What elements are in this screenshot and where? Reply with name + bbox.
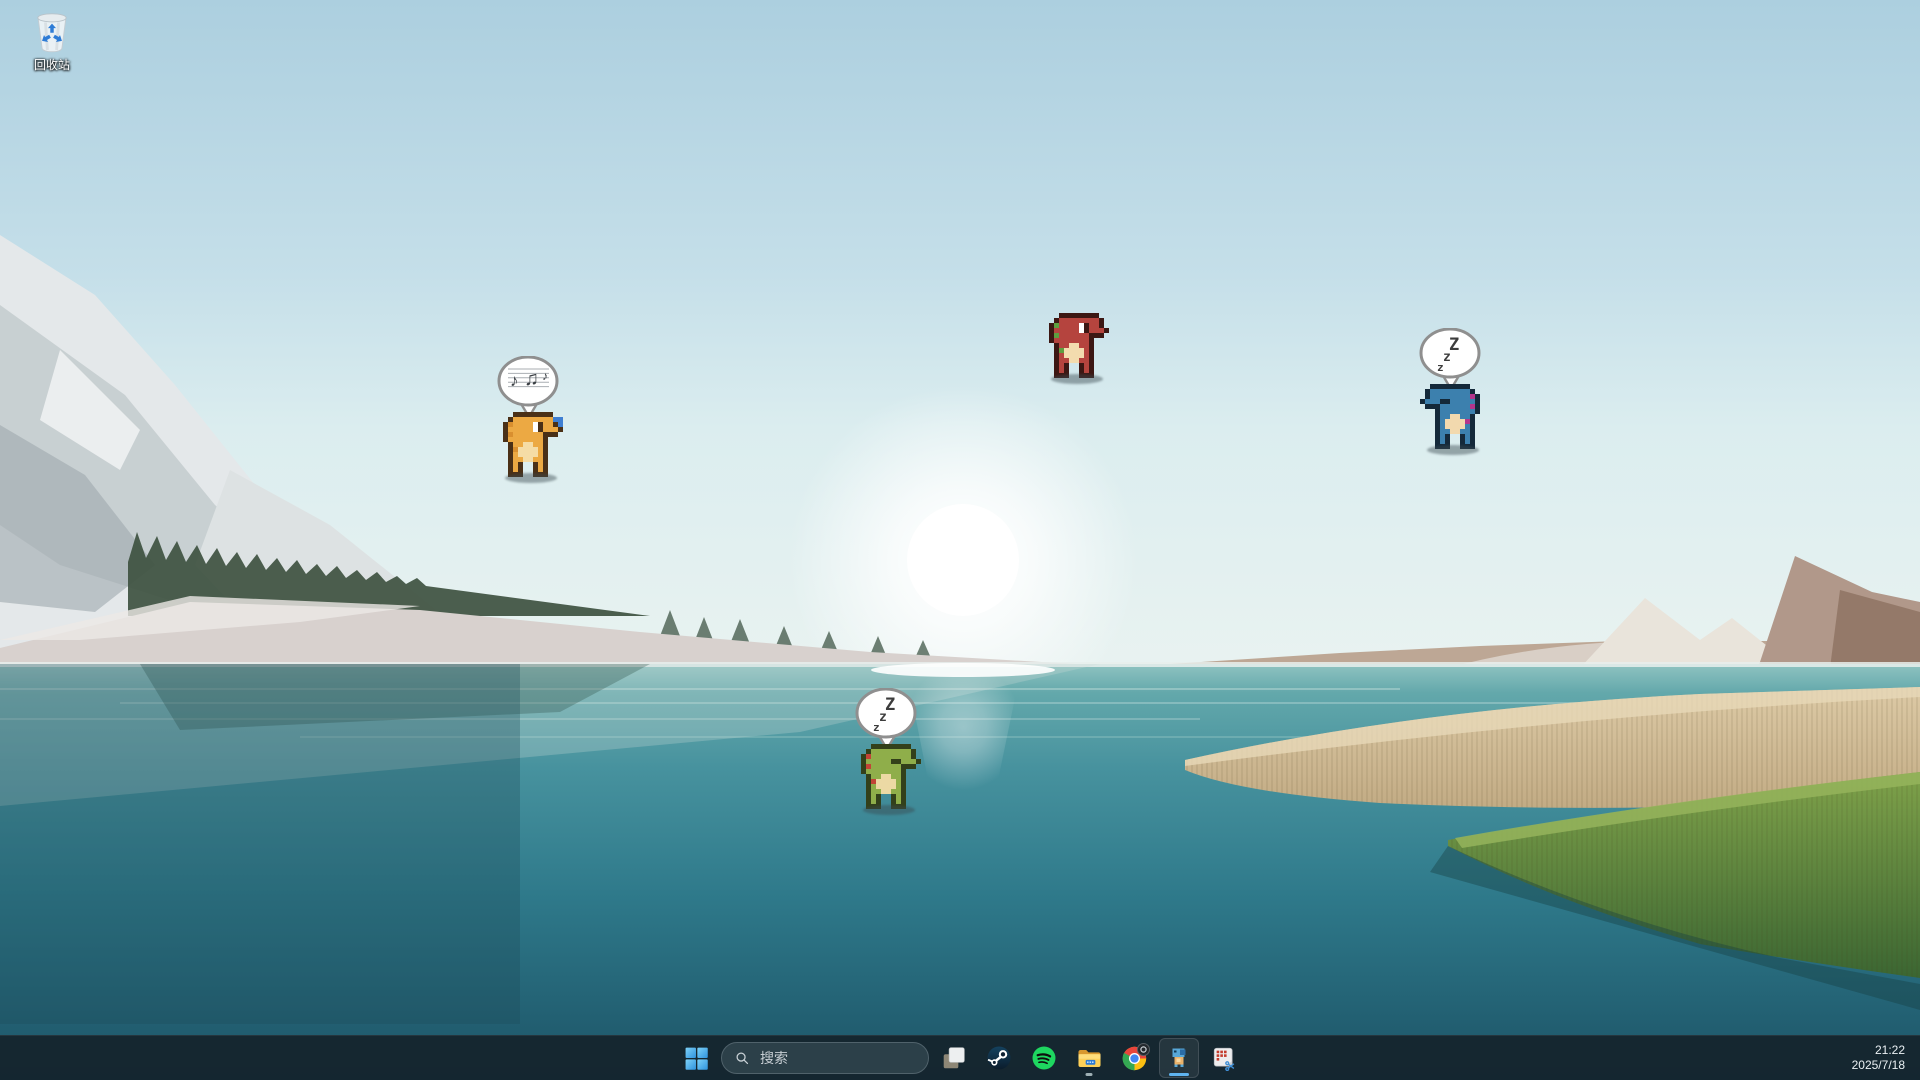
taskbar-app-task-view[interactable] bbox=[934, 1038, 974, 1078]
svg-text:z: z bbox=[1437, 361, 1444, 374]
taskbar-app-screenshot-tool[interactable] bbox=[1204, 1038, 1244, 1078]
desktop-pets-icon bbox=[1166, 1045, 1192, 1071]
running-app-indicator bbox=[1086, 1073, 1093, 1076]
file-explorer-icon bbox=[1076, 1045, 1103, 1072]
spotify-icon bbox=[1031, 1045, 1057, 1071]
steam-icon bbox=[986, 1045, 1012, 1071]
svg-text:z: z bbox=[873, 721, 880, 734]
svg-text:♪: ♪ bbox=[542, 369, 548, 383]
windows-logo-icon bbox=[684, 1046, 709, 1071]
recycle-bin-label: 回收站 bbox=[34, 56, 70, 73]
svg-text:♪: ♪ bbox=[510, 371, 519, 390]
screenshot-tool-icon bbox=[1211, 1045, 1237, 1071]
svg-text:z: z bbox=[879, 710, 887, 725]
search-icon bbox=[734, 1050, 751, 1067]
desktop: 回收站 ♪ ♫ ♪ Z z z Z z z bbox=[0, 0, 1920, 1080]
task-view-icon bbox=[941, 1045, 967, 1071]
search-input[interactable]: 搜索 bbox=[721, 1042, 929, 1074]
taskbar-app-desktop-pets[interactable] bbox=[1159, 1038, 1199, 1078]
clock-date: 2025/7/18 bbox=[1852, 1058, 1905, 1073]
pet-dino-blue-sleeping[interactable]: Z z z bbox=[1420, 328, 1486, 460]
taskbar-app-file-explorer[interactable] bbox=[1069, 1038, 1109, 1078]
dino-red-sprite[interactable] bbox=[1044, 313, 1109, 383]
svg-text:♫: ♫ bbox=[524, 368, 539, 390]
clock[interactable]: 21:22 2025/7/18 bbox=[1852, 1036, 1920, 1080]
recycle-bin[interactable]: 回收站 bbox=[16, 10, 88, 73]
search-placeholder: 搜索 bbox=[760, 1048, 788, 1068]
dino-blue-sleeping-sprite[interactable] bbox=[1420, 384, 1485, 454]
wallpaper bbox=[0, 0, 1920, 1080]
taskbar-app-chrome[interactable] bbox=[1114, 1038, 1154, 1078]
pet-shadow bbox=[863, 805, 915, 815]
recycle-bin-icon bbox=[29, 10, 75, 54]
taskbar-apps bbox=[934, 1038, 1244, 1078]
pet-shadow bbox=[505, 473, 557, 483]
dino-yellow-headphones-sprite[interactable] bbox=[498, 412, 563, 482]
active-app-indicator bbox=[1169, 1073, 1189, 1076]
svg-text:z: z bbox=[1443, 350, 1451, 365]
taskbar: 搜索 bbox=[0, 1035, 1920, 1080]
pet-shadow bbox=[1051, 374, 1103, 384]
taskbar-app-spotify[interactable] bbox=[1024, 1038, 1064, 1078]
pet-shadow bbox=[1427, 445, 1479, 455]
start-button[interactable] bbox=[676, 1038, 716, 1078]
pet-dino-red[interactable] bbox=[1044, 313, 1110, 389]
clock-time: 21:22 bbox=[1875, 1043, 1905, 1058]
pet-dino-green-sleeping[interactable]: Z z z bbox=[856, 688, 922, 820]
dino-green-sleeping-sprite[interactable] bbox=[856, 744, 921, 814]
taskbar-center: 搜索 bbox=[676, 1036, 1244, 1080]
taskbar-app-steam[interactable] bbox=[979, 1038, 1019, 1078]
pet-dino-yellow-headphones[interactable]: ♪ ♫ ♪ bbox=[498, 356, 564, 488]
